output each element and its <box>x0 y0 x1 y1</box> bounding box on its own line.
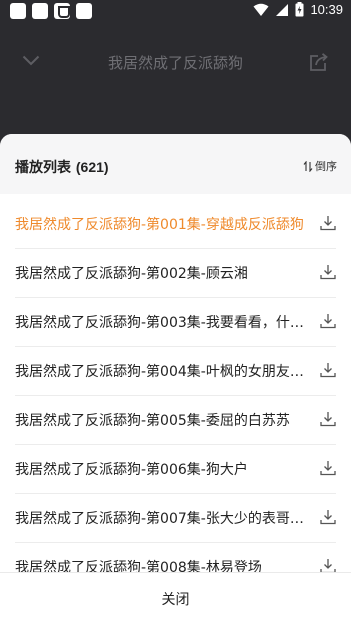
episode-title: 我居然成了反派舔狗-第006集-狗大户 <box>15 462 248 478</box>
clock: 10:39 <box>310 2 343 17</box>
share-icon[interactable] <box>309 52 329 72</box>
episode-item[interactable]: 我居然成了反派舔狗-第003集-我要看看，什么叫舔狗 <box>15 298 336 347</box>
episode-item[interactable]: 我居然成了反派舔狗-第007集-张大少的表哥来了 <box>15 494 336 543</box>
wifi-icon <box>253 3 269 16</box>
episode-title: 我居然成了反派舔狗-第004集-叶枫的女朋友是吧 <box>15 364 315 380</box>
download-icon[interactable] <box>320 215 336 231</box>
notification-icon <box>10 3 26 19</box>
close-button[interactable]: 关闭 <box>0 572 351 624</box>
sort-button[interactable]: 倒序 <box>303 158 337 174</box>
download-icon[interactable] <box>320 509 336 525</box>
episode-item[interactable]: 我居然成了反派舔狗-第001集-穿越成反派舔狗 <box>15 200 336 249</box>
notification-icon <box>32 3 48 19</box>
close-label: 关闭 <box>161 591 190 608</box>
download-icon[interactable] <box>320 264 336 280</box>
player-header: 我居然成了反派舔狗 <box>0 24 351 104</box>
download-icon[interactable] <box>320 362 336 378</box>
episode-title: 我居然成了反派舔狗-第007集-张大少的表哥来了 <box>15 511 315 527</box>
notification-icon <box>76 3 92 19</box>
chevron-down-icon[interactable] <box>22 55 40 66</box>
playlist-title-label: 播放列表 <box>15 160 71 176</box>
download-icon[interactable] <box>320 313 336 329</box>
system-icons: 10:39 <box>253 2 343 17</box>
playlist-title: 播放列表 (621) <box>15 157 109 177</box>
episode-list: 我居然成了反派舔狗-第001集-穿越成反派舔狗 我居然成了反派舔狗-第002集-… <box>0 200 351 592</box>
playlist-count: (621) <box>75 159 109 175</box>
signal-icon <box>276 3 289 16</box>
episode-item[interactable]: 我居然成了反派舔狗-第005集-委屈的白苏苏 <box>15 396 336 445</box>
shield-icon <box>54 3 70 19</box>
playlist-sheet: 播放列表 (621) 倒序 我居然成了反派舔狗-第001集-穿越成反派舔狗 我居… <box>0 134 351 624</box>
episode-title: 我居然成了反派舔狗-第003集-我要看看，什么叫舔狗 <box>15 315 315 331</box>
sort-label: 倒序 <box>315 160 337 173</box>
episode-item[interactable]: 我居然成了反派舔狗-第004集-叶枫的女朋友是吧 <box>15 347 336 396</box>
episode-title: 我居然成了反派舔狗-第005集-委屈的白苏苏 <box>15 413 290 429</box>
battery-icon <box>295 2 304 17</box>
episode-item[interactable]: 我居然成了反派舔狗-第002集-顾云湘 <box>15 249 336 298</box>
status-bar: 10:39 <box>0 0 351 24</box>
episode-item[interactable]: 我居然成了反派舔狗-第006集-狗大户 <box>15 445 336 494</box>
notification-icons <box>10 3 92 19</box>
playlist-header: 播放列表 (621) 倒序 <box>0 134 351 194</box>
episode-title: 我居然成了反派舔狗-第001集-穿越成反派舔狗 <box>15 217 304 233</box>
download-icon[interactable] <box>320 460 336 476</box>
episode-title: 我居然成了反派舔狗-第002集-顾云湘 <box>15 266 248 282</box>
sort-icon <box>303 160 313 172</box>
download-icon[interactable] <box>320 411 336 427</box>
player-title: 我居然成了反派舔狗 <box>107 54 243 72</box>
